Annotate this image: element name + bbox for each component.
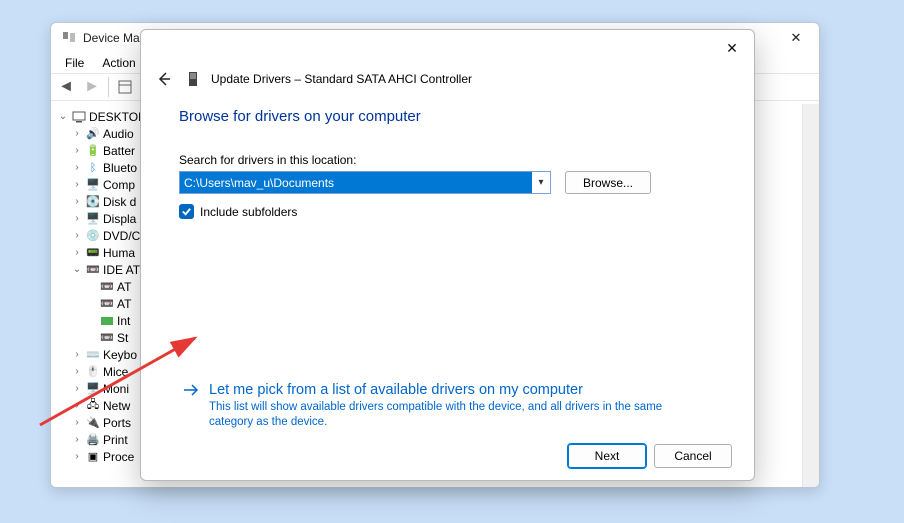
tree-item-label: Int [117, 314, 130, 328]
tree-item-label: DVD/C [103, 229, 140, 243]
checkbox-checked-icon[interactable] [179, 204, 194, 219]
dialog-header-text: Update Drivers – Standard SATA AHCI Cont… [211, 72, 472, 86]
hid-icon: 📟 [85, 245, 101, 261]
computer-icon [71, 109, 87, 125]
chevron-down-icon[interactable]: ▾ [532, 172, 550, 193]
ports-icon: 🔌 [85, 415, 101, 431]
dvd-icon: 💿 [85, 228, 101, 244]
update-drivers-dialog: ✕ Update Drivers – Standard SATA AHCI Co… [140, 29, 755, 481]
menu-action[interactable]: Action [94, 54, 143, 72]
caret-down-icon[interactable]: ⌄ [71, 264, 83, 275]
caret-right-icon[interactable]: › [71, 128, 83, 139]
pick-from-list-commandlink[interactable]: Let me pick from a list of available dri… [179, 376, 710, 434]
keyboard-icon: ⌨️ [85, 347, 101, 363]
tree-item-label: IDE AT [103, 263, 140, 277]
close-button[interactable]: ✕ [773, 23, 819, 52]
dialog-close-button[interactable]: ✕ [718, 36, 746, 60]
toolbar-forward-icon[interactable]: ► [80, 75, 104, 99]
bluetooth-icon: ᛒ [85, 160, 101, 176]
toolbar-back-icon[interactable]: ◄ [54, 75, 78, 99]
cancel-button[interactable]: Cancel [654, 444, 732, 468]
scrollbar[interactable] [802, 104, 819, 487]
tree-root-label: DESKTOP [89, 110, 146, 124]
arrow-right-icon [181, 380, 201, 404]
tree-item-label: Audio [103, 127, 134, 141]
caret-right-icon[interactable]: › [71, 162, 83, 173]
audio-icon: 🔊 [85, 126, 101, 142]
caret-right-icon[interactable]: › [71, 179, 83, 190]
caret-right-icon[interactable]: › [71, 145, 83, 156]
dlg-header: Update Drivers – Standard SATA AHCI Cont… [141, 62, 754, 96]
browse-button[interactable]: Browse... [565, 171, 651, 194]
monitor-icon: 🖥️ [85, 381, 101, 397]
caret-down-icon[interactable]: ⌄ [57, 111, 69, 122]
controller-icon: 📼 [99, 279, 115, 295]
caret-right-icon[interactable]: › [71, 230, 83, 241]
tree-item-label: Print [103, 433, 128, 447]
tree-item-label: Disk d [103, 195, 136, 209]
computer-icon: 🖥️ [85, 177, 101, 193]
display-icon: 🖥️ [85, 211, 101, 227]
caret-right-icon[interactable]: › [71, 213, 83, 224]
dlg-body: Browse for drivers on your computer Sear… [141, 96, 754, 432]
next-button[interactable]: Next [568, 444, 646, 468]
processor-icon: ▣ [85, 449, 101, 465]
caret-right-icon[interactable]: › [71, 349, 83, 360]
caret-right-icon[interactable]: › [71, 451, 83, 462]
tree-item-label: Proce [103, 450, 134, 464]
tree-item-label: Displa [103, 212, 136, 226]
drive-icon [185, 71, 201, 87]
path-label: Search for drivers in this location: [179, 153, 716, 167]
toolbar-separator [108, 77, 109, 97]
path-combobox[interactable]: C:\Users\mav_u\Documents ▾ [179, 171, 551, 194]
menu-file[interactable]: File [57, 54, 92, 72]
tree-item-label: Blueto [103, 161, 137, 175]
caret-right-icon[interactable]: › [71, 417, 83, 428]
dialog-heading: Browse for drivers on your computer [179, 108, 716, 125]
tree-item-label: St [117, 331, 128, 345]
controller-icon [99, 313, 115, 329]
mouse-icon: 🖱️ [85, 364, 101, 380]
back-button[interactable] [153, 68, 175, 90]
include-subfolders-row[interactable]: Include subfolders [179, 204, 716, 219]
printer-icon: 🖨️ [85, 432, 101, 448]
tree-item-label: Batter [103, 144, 135, 158]
controller-icon: 📼 [99, 330, 115, 346]
caret-right-icon[interactable]: › [71, 400, 83, 411]
commandlink-description: This list will show available drivers co… [209, 400, 679, 430]
tree-item-label: Ports [103, 416, 131, 430]
battery-icon: 🔋 [85, 143, 101, 159]
caret-right-icon[interactable]: › [71, 247, 83, 258]
caret-right-icon[interactable]: › [71, 383, 83, 394]
include-subfolders-label: Include subfolders [200, 205, 297, 219]
tree-item-label: Netw [103, 399, 130, 413]
tree-item-label: Huma [103, 246, 135, 260]
path-value: C:\Users\mav_u\Documents [180, 172, 532, 193]
tree-item-label: Moni [103, 382, 129, 396]
tree-item-label: Comp [103, 178, 135, 192]
commandlink-title: Let me pick from a list of available dri… [209, 380, 679, 400]
tree-item-label: Keybo [103, 348, 137, 362]
caret-right-icon[interactable]: › [71, 196, 83, 207]
ide-icon: 📼 [85, 262, 101, 278]
toolbar-tree-icon[interactable] [113, 75, 137, 99]
caret-right-icon[interactable]: › [71, 434, 83, 445]
caret-right-icon[interactable]: › [71, 366, 83, 377]
disk-icon: 💽 [85, 194, 101, 210]
device-manager-icon [61, 30, 77, 46]
tree-item-label: AT [117, 280, 131, 294]
dlg-footer: Next Cancel [141, 432, 754, 480]
dlg-titlebar: ✕ [141, 30, 754, 62]
controller-icon: 📼 [99, 296, 115, 312]
tree-item-label: Mice [103, 365, 128, 379]
network-icon: 🖧 [85, 398, 101, 414]
tree-item-label: AT [117, 297, 131, 311]
